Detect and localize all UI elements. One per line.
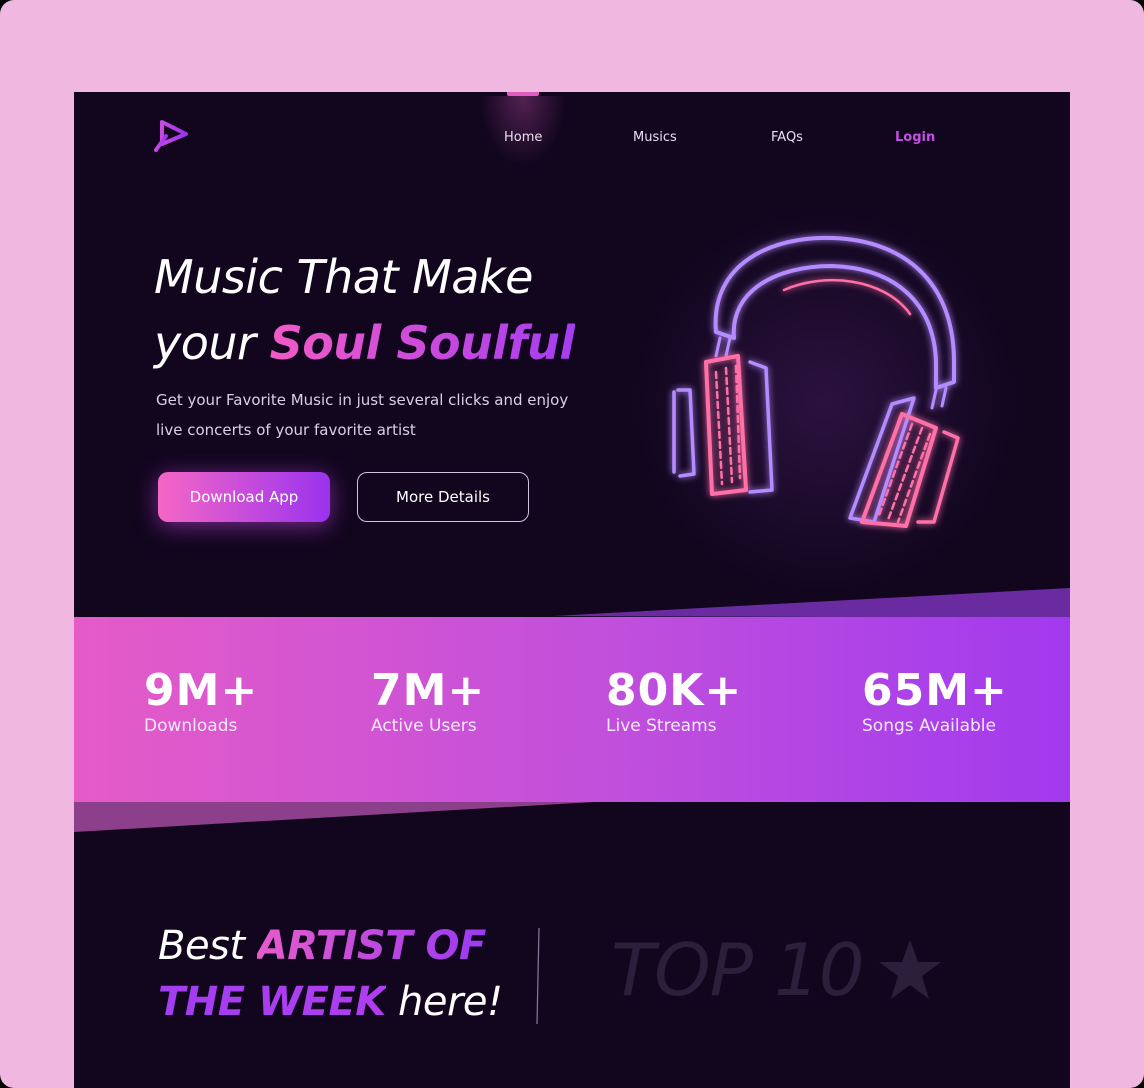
star-icon	[879, 940, 941, 999]
outer-frame: Home Musics FAQs Login Music That Make y…	[0, 0, 1144, 1088]
artist-title-prefix: Best	[158, 923, 257, 969]
nav-musics[interactable]: Musics	[633, 130, 677, 145]
stat-value: 9M+	[144, 665, 259, 716]
stat-value: 80K+	[606, 665, 743, 716]
stat-songs-available: 65M+ Songs Available	[862, 668, 1008, 738]
stat-value: 7M+	[371, 665, 486, 716]
hero-subtitle-line2: live concerts of your favorite artist	[156, 421, 416, 439]
stat-value: 65M+	[862, 665, 1008, 716]
nav-faqs[interactable]: FAQs	[771, 130, 803, 145]
stat-label: Downloads	[144, 716, 238, 736]
nav-home[interactable]: Home	[504, 130, 542, 145]
top-10-label: TOP 10	[611, 928, 865, 1012]
nav-login[interactable]: Login	[895, 130, 935, 145]
hero-title-line1: Music That Make	[154, 250, 533, 304]
artist-title-line2: THE WEEK here!	[158, 974, 503, 1030]
neon-headphones-illustration	[672, 235, 960, 528]
artist-title-suffix: here!	[385, 979, 503, 1025]
stat-active-users: 7M+ Active Users	[371, 668, 485, 738]
hero-title-highlight: Soul Soulful	[269, 316, 576, 370]
nav-active-indicator	[507, 92, 539, 96]
hero-subtitle: Get your Favorite Music in just several …	[156, 385, 596, 445]
section-divider	[536, 928, 540, 1024]
artist-title-highlight-1: ARTIST OF	[256, 923, 486, 969]
artist-of-week-title: Best ARTIST OF THE WEEK here!	[158, 918, 503, 1030]
download-app-button[interactable]: Download App	[158, 472, 330, 522]
stat-downloads: 9M+ Downloads	[144, 668, 258, 738]
hero-title: Music That Make your Soul Soulful	[154, 244, 575, 376]
artist-title-line1: Best ARTIST OF	[158, 918, 503, 974]
stat-label: Live Streams	[606, 716, 717, 736]
more-details-button[interactable]: More Details	[357, 472, 529, 522]
stat-label: Active Users	[371, 716, 477, 736]
logo-icon[interactable]	[152, 118, 192, 154]
hero-title-line2: your Soul Soulful	[154, 310, 575, 376]
landing-page: Home Musics FAQs Login Music That Make y…	[74, 92, 1070, 1088]
stat-label: Songs Available	[862, 716, 996, 736]
hero-subtitle-line1: Get your Favorite Music in just several …	[156, 391, 569, 409]
stat-live-streams: 80K+ Live Streams	[606, 668, 742, 738]
artist-title-highlight-2: THE WEEK	[158, 979, 386, 1025]
hero-title-prefix: your	[154, 316, 270, 370]
